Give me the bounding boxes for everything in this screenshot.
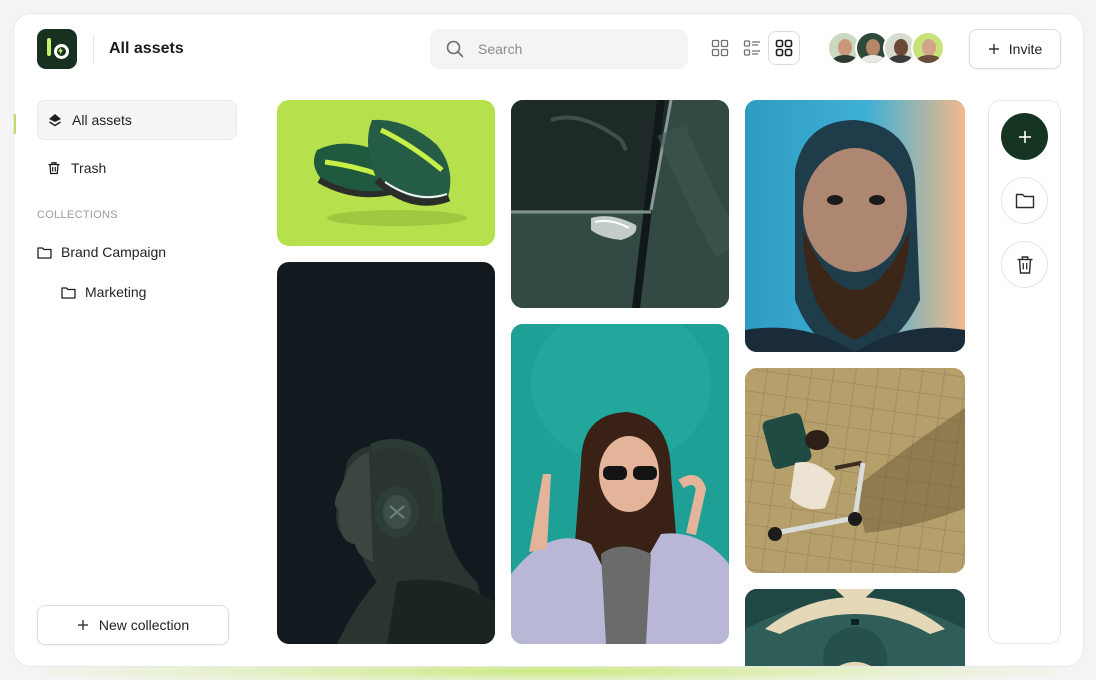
collection-item-brand-campaign[interactable]: Brand Campaign [37,244,166,260]
asset-scooter-delivery[interactable] [745,368,965,573]
asset-ornamental-pattern[interactable] [745,589,965,666]
delete-button[interactable] [1001,241,1048,288]
sidebar-item-all-assets[interactable]: All assets [37,100,237,140]
grid-large-icon [775,39,793,57]
view-switcher [704,31,800,65]
view-grid-small-button[interactable] [704,31,736,65]
view-list-button[interactable] [736,31,768,65]
search-icon [446,40,464,58]
folder-icon [1015,193,1034,209]
sidebar: All assets Trash COLLECTIONS Brand Campa… [14,88,254,666]
search-input[interactable] [478,41,658,57]
collaborator-avatars[interactable] [827,31,945,65]
folder-icon [37,246,52,259]
stack-icon [49,114,61,127]
plus-icon [988,44,999,54]
page-title: All assets [109,40,184,57]
grid-small-icon [711,39,729,57]
new-collection-button[interactable]: New collection [37,605,229,645]
asset-green-sneakers[interactable] [277,100,495,246]
sidebar-item-trash[interactable]: Trash [37,148,237,188]
app-window: All assets Search Invite All assets Tras… [13,13,1084,667]
view-grid-large-button[interactable] [768,31,800,65]
invite-label: Invite [1008,41,1043,57]
action-rail [988,100,1061,644]
asset-car-door[interactable] [511,100,729,308]
new-collection-label: New collection [98,617,190,633]
collection-label: Brand Campaign [61,244,167,260]
avatar[interactable] [911,31,945,65]
list-icon [743,40,760,56]
trash-icon [48,162,60,175]
header-divider [93,34,94,64]
collection-item-marketing[interactable]: Marketing [61,284,146,300]
search-bar[interactable] [430,29,688,69]
collections-heading: COLLECTIONS [37,209,118,221]
asset-headphones-portrait[interactable] [277,262,495,644]
asset-girl-sunglasses[interactable] [511,324,729,644]
sidebar-item-label: Trash [71,160,107,176]
app-logo[interactable] [37,29,77,69]
folder-icon [61,286,76,299]
add-asset-button[interactable] [1001,113,1048,160]
invite-button[interactable]: Invite [969,29,1061,69]
collection-label: Marketing [85,284,147,300]
active-indicator [14,114,16,134]
trash-icon [1017,255,1032,274]
plus-icon [1018,130,1031,143]
asset-bearded-man[interactable] [745,100,965,352]
sidebar-item-label: All assets [72,112,132,128]
plus-icon [77,620,88,630]
move-to-folder-button[interactable] [1001,177,1048,224]
